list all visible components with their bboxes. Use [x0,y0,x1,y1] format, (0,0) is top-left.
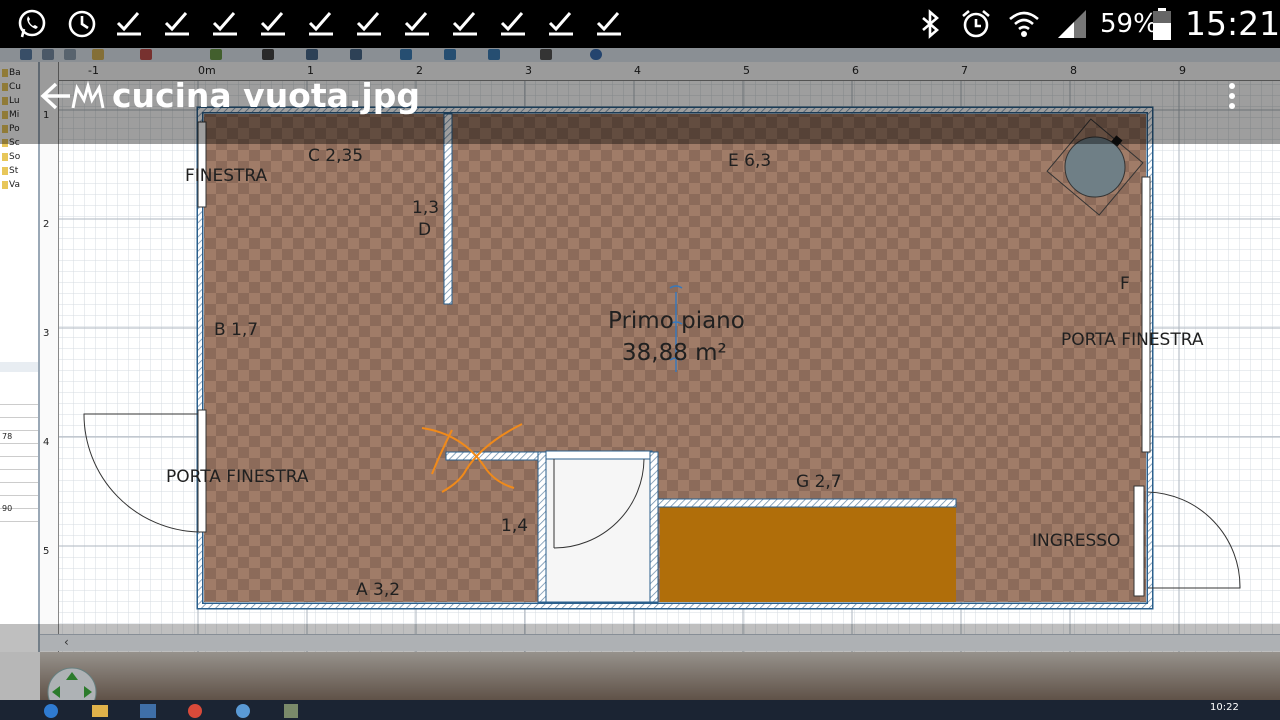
check-icon [500,12,525,36]
battery-icon [1153,8,1171,40]
taskbar-clock: 10:22 [1210,702,1239,713]
window-right [1141,176,1151,453]
check-icon [356,12,381,36]
check-icon [212,12,237,36]
label-ingresso: INGRESSO [1032,531,1121,551]
check-icon [260,12,285,36]
wall-g [657,498,957,508]
check-icon [596,12,621,36]
wall-closet-top [545,450,653,460]
room-name[interactable]: Primo piano [608,308,745,334]
furniture-catalog: Ba Cu Lu Mi Po Sc So St Va 78 90 [0,62,40,652]
back-arrow-icon[interactable] [38,80,72,112]
kitchen-counter [660,507,956,602]
check-icon [308,12,333,36]
label-porta-finestra-left: PORTA FINESTRA [166,467,309,487]
viewer-title: cucina vuota.jpg [112,76,420,115]
check-icon [452,12,477,36]
label-g: G 2,7 [796,472,842,492]
panel-scrollbar[interactable] [0,362,38,372]
battery-percent: 59% [1100,9,1158,39]
catalog-item[interactable]: St [2,166,36,176]
windows-taskbar [0,700,1280,720]
check-icon [548,12,573,36]
ruler-tick: 2 [43,219,50,230]
label-finestra: FINESTRA [185,166,268,186]
wifi-icon [1009,11,1039,37]
label-a: A 3,2 [356,580,401,600]
status-bar: 59% 15:21 [0,0,1280,48]
table-cell: 90 [2,504,13,513]
table-cell: 78 [2,432,13,441]
gallery-crown-icon [71,80,105,109]
sweethome-icon[interactable] [236,704,250,718]
floor-plan-photo: Ba Cu Lu Mi Po Sc So St Va 78 90 C 2,35 … [0,48,1280,720]
entrance-door [1133,485,1145,597]
check-icon [164,12,189,36]
label-inner-value: 1,4 [501,516,529,536]
chrome-icon[interactable] [188,704,202,718]
ie-icon[interactable] [44,704,58,718]
wall-stub [445,451,547,461]
check-icon [116,12,141,36]
plan-canvas[interactable]: C 2,35 E 6,3 FINESTRA 1,3 D B 1,7 Primo … [40,62,1280,652]
ruler-tick: 3 [43,328,50,339]
signal-icon [1058,10,1086,38]
check-icon [404,12,429,36]
app-icon[interactable] [284,704,298,718]
label-f: F [1120,274,1130,294]
catalog-item[interactable]: Va [2,180,36,190]
label-c: C 2,35 [308,146,364,166]
label-b: B 1,7 [214,320,259,340]
store-icon[interactable] [140,704,156,718]
sync-icon [68,10,96,38]
label-e: E 6,3 [728,151,772,171]
label-d-value: 1,3 [412,198,440,218]
wall-inner-right [649,451,659,603]
bluetooth-icon [922,9,939,39]
overflow-menu-icon[interactable] [1224,80,1240,112]
wall-inner-left [537,451,547,603]
catalog-item[interactable]: So [2,152,36,162]
ruler-tick: 4 [43,437,50,448]
ruler-left: 1 2 3 4 5 [40,62,59,652]
ruler-tick: 5 [43,546,50,557]
label-porta-finestra-right: PORTA FINESTRA [1061,330,1204,350]
whatsapp-icon [18,9,46,38]
label-d: D [418,220,432,240]
status-clock: 15:21 [1185,4,1280,43]
room-area: 38,88 m² [622,340,727,366]
alarm-icon [962,10,990,38]
folder-icon[interactable] [92,705,108,717]
